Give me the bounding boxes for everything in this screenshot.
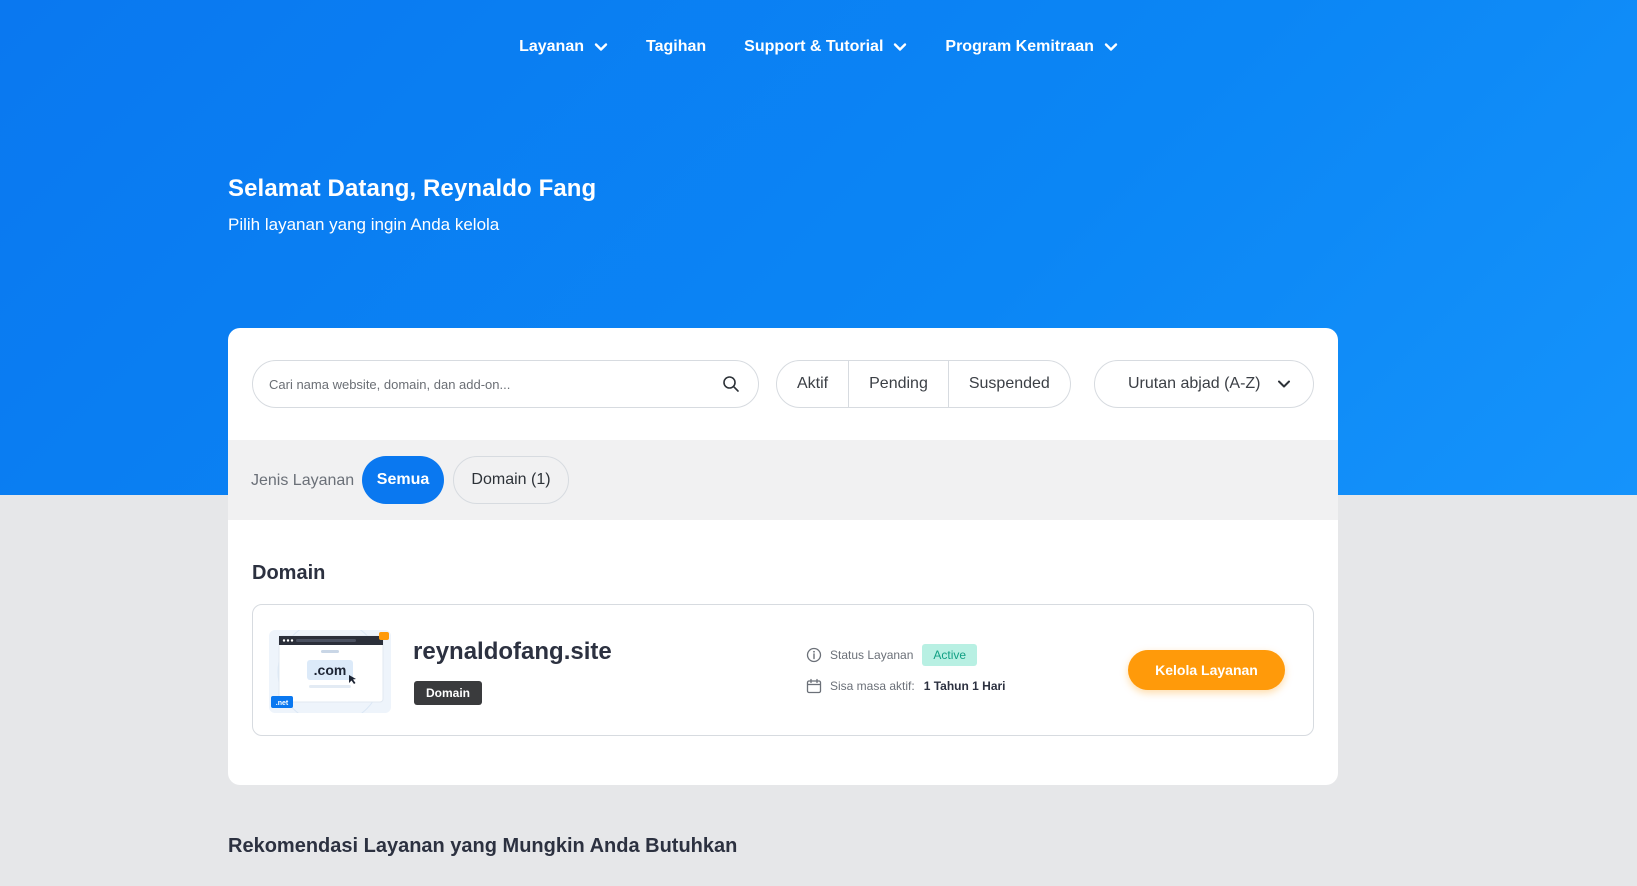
type-pill-domain[interactable]: Domain (1): [453, 456, 569, 504]
section-title: Domain: [252, 562, 326, 584]
remaining-value: 1 Tahun 1 Hari: [923, 679, 1006, 693]
filter-aktif[interactable]: Aktif: [777, 361, 850, 407]
nav-item-kemitraan[interactable]: Program Kemitraan: [945, 38, 1118, 56]
domain-thumbnail: .com .net: [269, 630, 391, 713]
search-icon[interactable]: [722, 375, 740, 393]
thumb-tag-text: .net: [276, 700, 289, 707]
service-type-badge: Domain: [414, 681, 483, 705]
services-toolbar: Aktif Pending Suspended Urutan abjad (A-…: [228, 328, 1338, 440]
welcome-subtitle: Pilih layanan yang ingin Anda kelola: [228, 215, 500, 234]
nav-item-layanan[interactable]: Layanan: [519, 38, 608, 56]
recommendation-title: Rekomendasi Layanan yang Mungkin Anda Bu…: [228, 835, 738, 857]
thumb-extension-text: .com: [314, 662, 347, 678]
sort-dropdown[interactable]: Urutan abjad (A-Z): [1094, 360, 1314, 408]
chevron-down-icon: [894, 43, 907, 51]
welcome-title: Selamat Datang, Reynaldo Fang: [228, 175, 597, 202]
type-pill-semua[interactable]: Semua: [362, 456, 444, 504]
services-card: Aktif Pending Suspended Urutan abjad (A-…: [228, 328, 1338, 785]
nav-item-tagihan[interactable]: Tagihan: [646, 38, 706, 56]
nav-item-support[interactable]: Support & Tutorial: [744, 38, 907, 56]
service-type-filter: Jenis Layanan Semua Domain (1): [228, 440, 1338, 520]
status-badge: Active: [922, 644, 978, 666]
welcome-block: Selamat Datang, Reynaldo Fang Pilih laya…: [228, 175, 596, 235]
status-filter-group: Aktif Pending Suspended: [776, 360, 1071, 408]
service-remaining-row: Sisa masa aktif: 1 Tahun 1 Hari: [806, 678, 1006, 694]
manage-service-button[interactable]: Kelola Layanan: [1128, 650, 1285, 690]
chevron-down-icon: [1104, 43, 1118, 51]
top-nav: Layanan Tagihan Support & Tutorial Progr…: [0, 38, 1637, 56]
service-name: reynaldofang.site: [413, 638, 612, 665]
nav-label: Program Kemitraan: [945, 38, 1094, 55]
nav-label: Layanan: [519, 38, 584, 55]
search-box: [252, 360, 759, 408]
service-status-row: Status Layanan Active: [806, 644, 978, 666]
info-icon: [806, 647, 822, 663]
remaining-label: Sisa masa aktif:: [830, 679, 915, 693]
chevron-down-icon: [1278, 380, 1290, 388]
service-type-label: Jenis Layanan: [251, 472, 355, 489]
status-label: Status Layanan: [830, 648, 914, 662]
filter-pending[interactable]: Pending: [849, 361, 949, 407]
filter-suspended[interactable]: Suspended: [949, 361, 1070, 407]
service-item: .com .net reynaldofang.site Domain Statu…: [252, 604, 1314, 736]
chevron-down-icon: [594, 43, 608, 51]
calendar-icon: [806, 678, 822, 694]
nav-label: Support & Tutorial: [744, 38, 884, 55]
nav-label: Tagihan: [646, 38, 707, 55]
search-input[interactable]: [269, 376, 722, 392]
sort-label: Urutan abjad (A-Z): [1128, 375, 1261, 392]
